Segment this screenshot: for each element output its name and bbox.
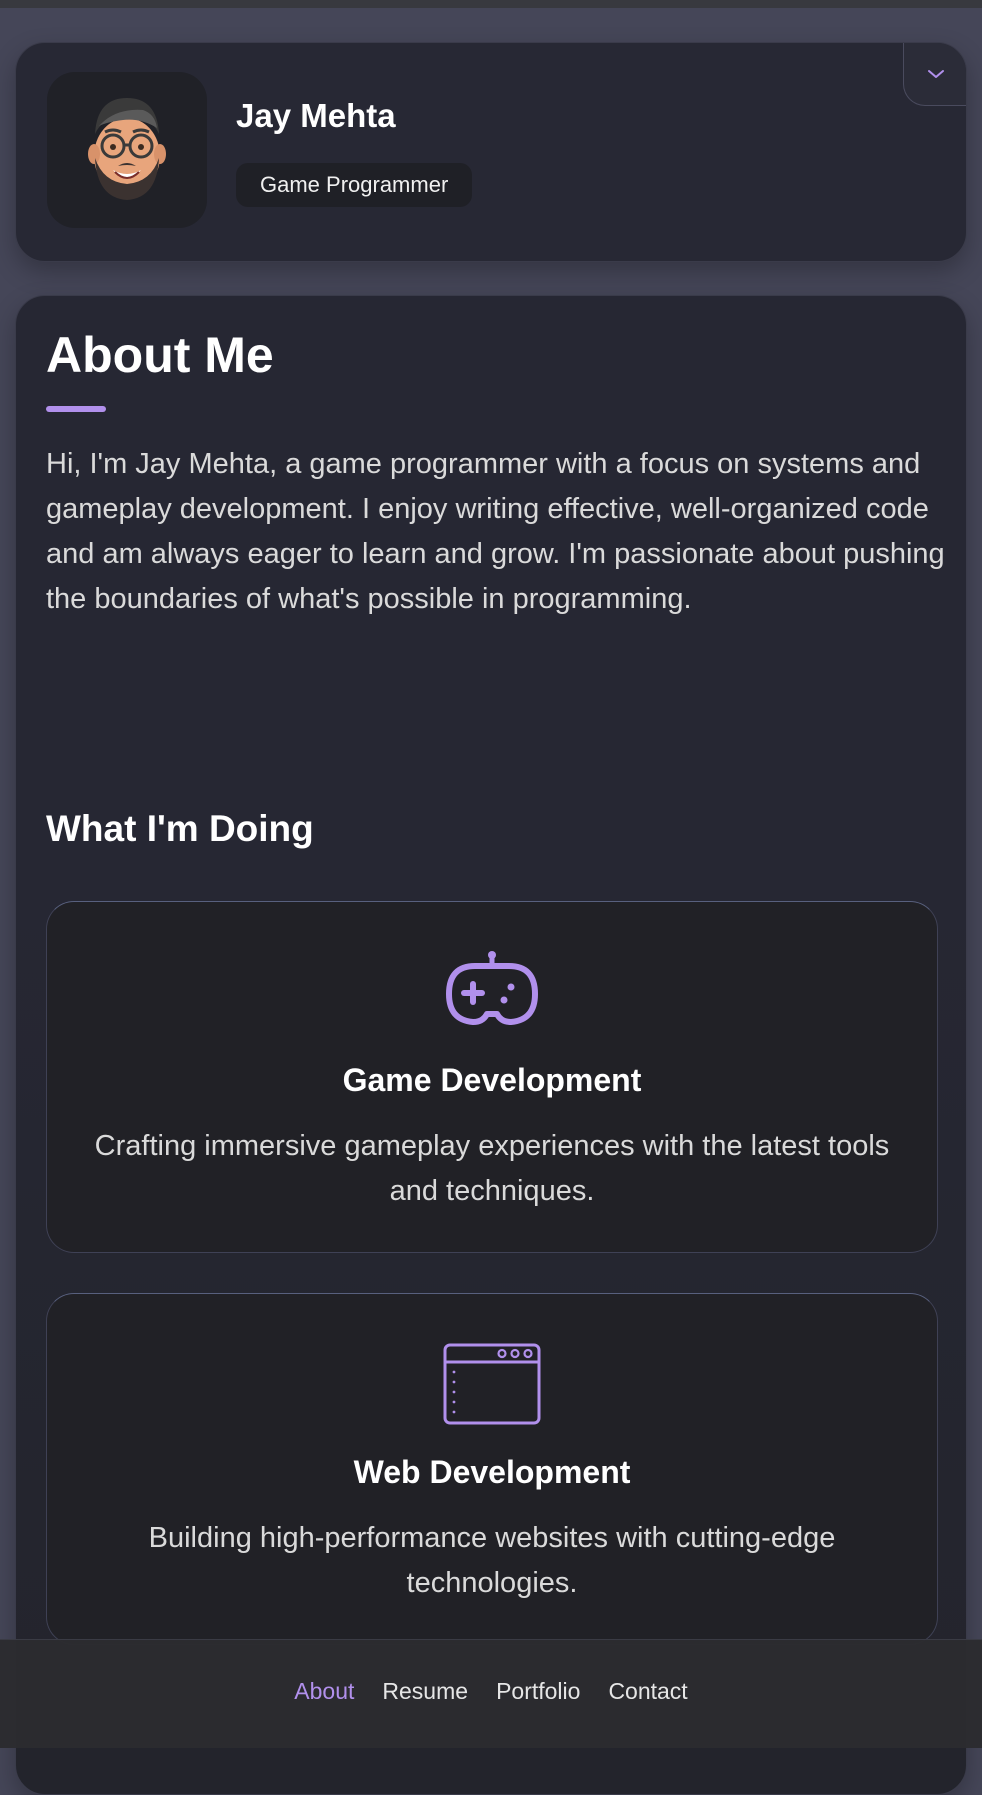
avatar bbox=[47, 72, 207, 228]
nav-item-resume[interactable]: Resume bbox=[382, 1678, 468, 1705]
about-paragraph: Hi, I'm Jay Mehta, a game programmer wit… bbox=[46, 448, 945, 615]
page-title: About Me bbox=[46, 327, 274, 383]
bottom-navbar: About Resume Portfolio Contact bbox=[0, 1639, 982, 1748]
top-bar bbox=[0, 0, 982, 8]
nav-item-contact[interactable]: Contact bbox=[608, 1678, 687, 1705]
service-card-game-development: Game Development Crafting immersive game… bbox=[46, 901, 938, 1253]
chevron-down-icon bbox=[927, 69, 944, 78]
service-description: Crafting immersive gameplay experiences … bbox=[94, 1130, 890, 1207]
profile-card: Jay Mehta Game Programmer bbox=[15, 42, 967, 262]
services-heading: What I'm Doing bbox=[46, 808, 314, 849]
about-section: About Me Hi, I'm Jay Mehta, a game progr… bbox=[15, 295, 967, 1795]
service-title: Web Development bbox=[353, 1454, 631, 1490]
gamepad-icon bbox=[446, 951, 538, 1025]
service-card-web-development: Web Development Building high-performanc… bbox=[46, 1293, 938, 1645]
title-badge: Game Programmer bbox=[236, 163, 473, 207]
memoji-avatar-icon bbox=[88, 98, 166, 200]
service-description: Building high-performance websites with … bbox=[148, 1522, 836, 1599]
nav-item-portfolio[interactable]: Portfolio bbox=[496, 1678, 580, 1705]
show-contacts-button[interactable] bbox=[903, 43, 966, 106]
nav-item-about[interactable]: About bbox=[294, 1678, 354, 1705]
title-underline bbox=[46, 406, 106, 412]
service-title: Game Development bbox=[342, 1062, 642, 1098]
profile-name: Jay Mehta bbox=[236, 97, 396, 134]
browser-window-icon bbox=[443, 1343, 541, 1425]
